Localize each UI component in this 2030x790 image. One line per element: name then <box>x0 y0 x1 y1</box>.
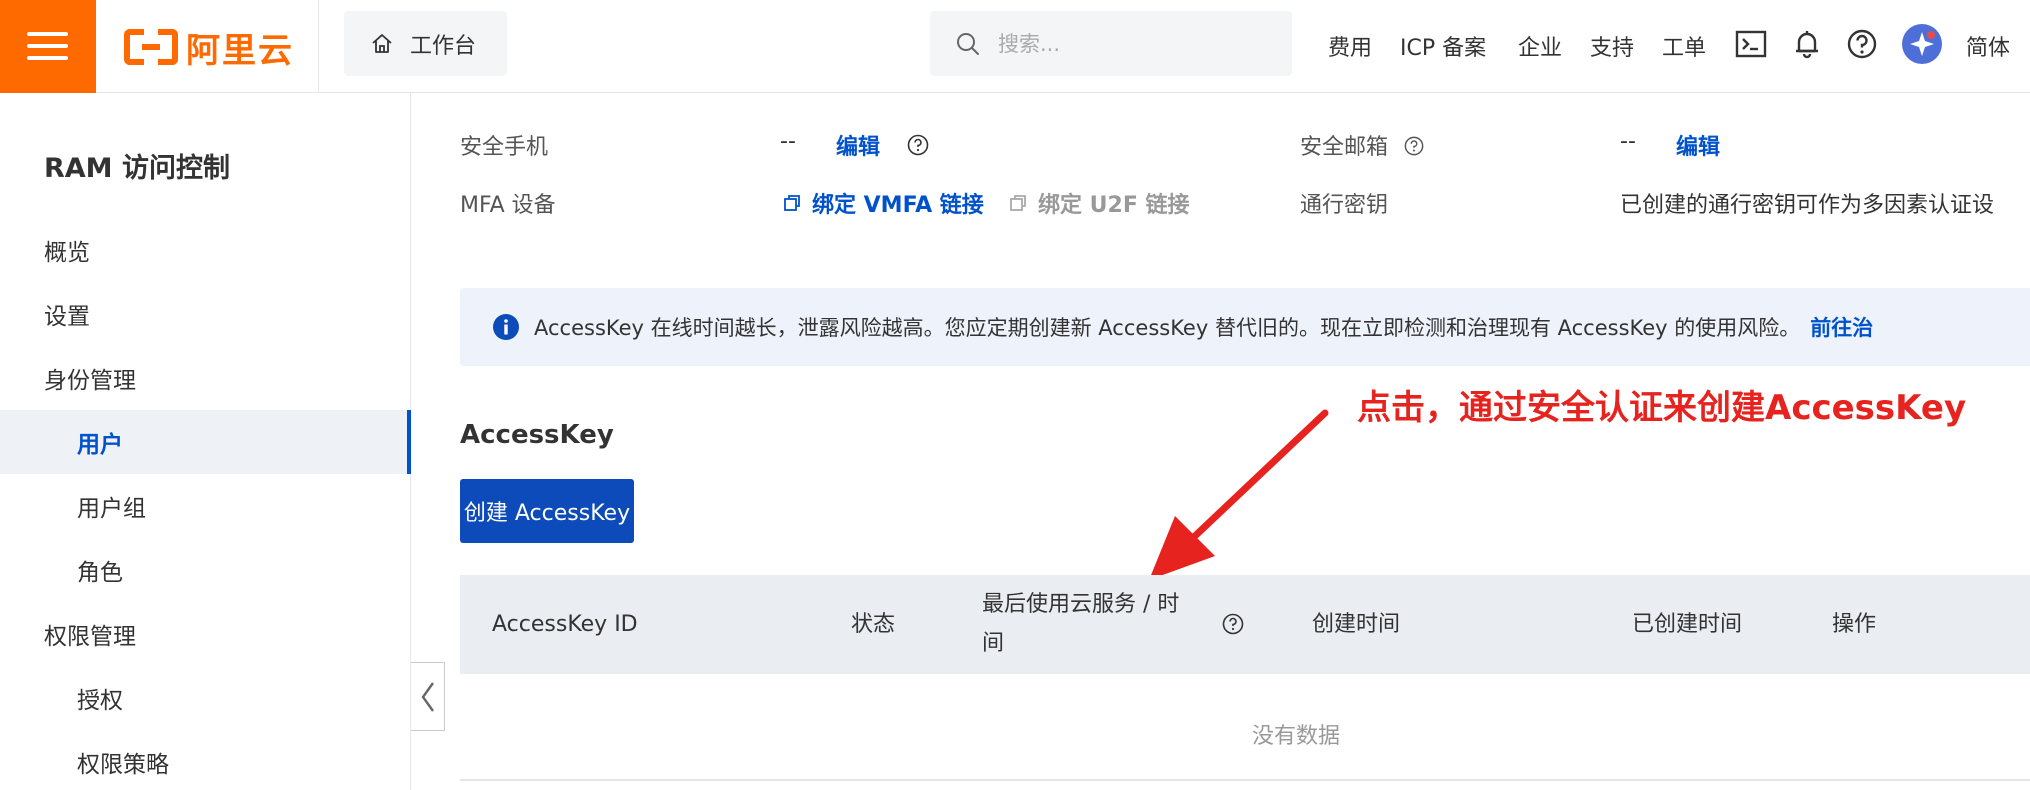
main-content: 安全手机 -- 编辑 安全邮箱 -- 编辑 MFA 设备 绑定 VMFA 链接 … <box>412 93 2030 790</box>
empty-text: 没有数据 <box>1252 724 1341 749</box>
email-edit-link[interactable]: 编辑 <box>1676 129 1720 161</box>
sidebar-item-label: 权限策略 <box>77 752 169 778</box>
sidebar-item-roles[interactable]: 角色 <box>0 538 411 602</box>
sidebar-item-policies[interactable]: 权限策略 <box>0 730 411 790</box>
help-icon[interactable] <box>1845 27 1879 61</box>
email-value: -- <box>1620 129 1636 154</box>
avatar[interactable] <box>1902 24 1942 64</box>
sidebar-item-label: 概览 <box>44 240 90 266</box>
terminal-icon[interactable] <box>1734 27 1768 61</box>
bell-icon[interactable] <box>1790 27 1824 61</box>
sidebar-title: RAM 访问控制 <box>44 153 230 184</box>
sidebar-item-grants[interactable]: 授权 <box>0 666 411 730</box>
nav-language[interactable]: 简体 <box>1966 30 2010 62</box>
phone-label: 安全手机 <box>460 135 549 160</box>
workbench-button[interactable]: 工作台 <box>344 11 507 76</box>
sidebar-item-label: 用户 <box>77 432 123 458</box>
workbench-label: 工作台 <box>410 33 477 59</box>
nav-cost[interactable]: 费用 <box>1328 30 1372 62</box>
column-status: 状态 <box>851 612 896 637</box>
link-icon <box>784 195 800 211</box>
search-box[interactable] <box>930 11 1292 76</box>
sidebar-item-label: 授权 <box>77 688 123 714</box>
column-last-used: 最后使用云服务 / 时 <box>982 592 1180 617</box>
accesskey-table-header: AccessKey ID 状态 最后使用云服务 / 时 间 创建时间 已创建时间… <box>460 575 2030 674</box>
sidebar-item-label: 身份管理 <box>44 368 136 394</box>
aliyun-logo-icon <box>124 29 178 65</box>
sidebar-item-label: 用户组 <box>77 496 146 522</box>
top-bar: 阿里云 工作台 费用 ICP 备案 企业 支持 工单 <box>0 0 2030 93</box>
column-last-used-wrap: 间 <box>982 631 1005 656</box>
hamburger-menu-icon[interactable] <box>0 0 96 93</box>
sidebar: RAM 访问控制 概览 设置 身份管理 用户 用户组 角色 权限管理 授权 权限… <box>0 93 411 790</box>
info-icon <box>493 314 519 340</box>
nav-icp[interactable]: ICP 备案 <box>1400 30 1486 62</box>
search-input[interactable] <box>998 31 1278 56</box>
sidebar-item-groups[interactable]: 用户组 <box>0 474 411 538</box>
column-accesskey-id: AccessKey ID <box>492 612 638 637</box>
nav-support[interactable]: 支持 <box>1590 30 1634 62</box>
sidebar-item-users[interactable]: 用户 <box>0 410 411 474</box>
bind-u2f-link[interactable]: 绑定 U2F 链接 <box>1038 187 1190 219</box>
phone-edit-link[interactable]: 编辑 <box>836 129 880 161</box>
nav-enterprise[interactable]: 企业 <box>1518 30 1562 62</box>
sidebar-item-identity[interactable]: 身份管理 <box>0 346 411 410</box>
passkey-value: 已创建的通行密钥可作为多因素认证设 <box>1620 193 1995 218</box>
home-icon <box>372 33 392 53</box>
table-empty-row <box>460 674 2030 781</box>
link-icon <box>1010 195 1026 211</box>
nav-ticket[interactable]: 工单 <box>1662 30 1706 62</box>
sidebar-item-label: 权限管理 <box>44 624 136 650</box>
create-accesskey-button[interactable]: 创建 AccessKey <box>460 479 634 543</box>
sidebar-item-label: 角色 <box>77 560 123 586</box>
email-label: 安全邮箱 <box>1300 135 1389 160</box>
email-help-icon[interactable] <box>1404 136 1424 156</box>
accesskey-risk-alert: AccessKey 在线时间越长，泄露风险越高。您应定期创建新 AccessKe… <box>460 288 2030 366</box>
header-divider <box>318 0 319 93</box>
column-actions: 操作 <box>1832 612 1877 637</box>
search-icon <box>957 32 979 55</box>
sidebar-item-settings[interactable]: 设置 <box>0 282 411 346</box>
annotation-arrow <box>1149 409 1329 580</box>
phone-help-icon[interactable] <box>907 134 929 156</box>
logo-text: 阿里云 <box>186 30 294 71</box>
column-created-time: 创建时间 <box>1312 612 1401 637</box>
annotation-text: 点击，通过安全认证来创建AccessKey <box>1357 388 1967 428</box>
phone-value: -- <box>780 129 796 154</box>
column-created-ago: 已创建时间 <box>1632 612 1743 637</box>
accesskey-section-title: AccessKey <box>460 420 614 450</box>
mfa-label: MFA 设备 <box>460 193 556 218</box>
last-used-help-icon[interactable] <box>1222 613 1244 635</box>
alert-link[interactable]: 前往治 <box>1810 312 1873 342</box>
aliyun-logo[interactable]: 阿里云 <box>124 22 294 72</box>
bind-vmfa-link[interactable]: 绑定 VMFA 链接 <box>812 187 984 219</box>
sidebar-item-overview[interactable]: 概览 <box>0 218 411 282</box>
sidebar-item-permissions[interactable]: 权限管理 <box>0 602 411 666</box>
passkey-label: 通行密钥 <box>1300 193 1389 218</box>
sidebar-item-label: 设置 <box>44 304 90 330</box>
alert-message: AccessKey 在线时间越长，泄露风险越高。您应定期创建新 AccessKe… <box>534 316 1801 340</box>
